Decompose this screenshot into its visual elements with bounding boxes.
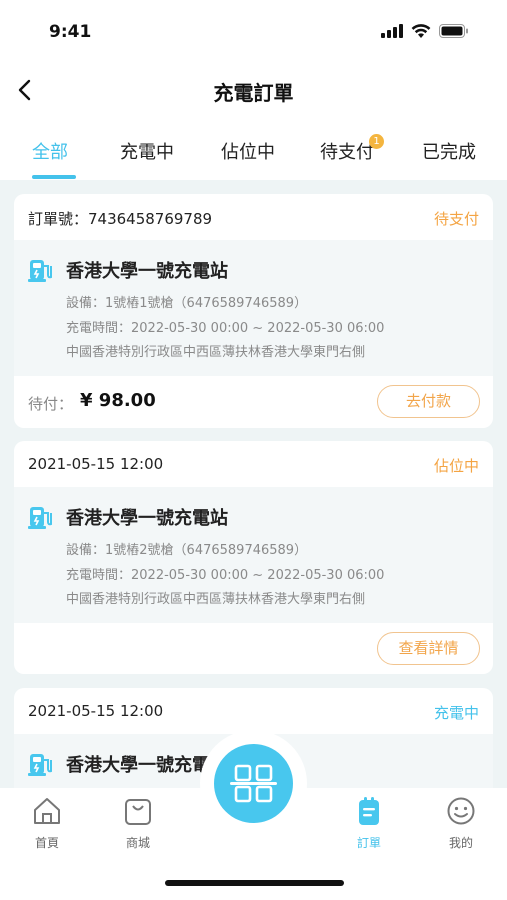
profile-icon bbox=[447, 797, 475, 825]
charging-station-icon bbox=[28, 260, 52, 282]
tabbar-label: 首頁 bbox=[34, 836, 59, 850]
tab-charging[interactable]: 充電中 bbox=[120, 138, 174, 164]
view-details-button[interactable]: 查看詳情 bbox=[377, 632, 480, 665]
tabbar-orders[interactable]: 訂單 bbox=[339, 796, 399, 851]
home-indicator bbox=[165, 880, 344, 886]
order-card[interactable]: 訂單號：7436458769789 待支付 香港大學一號充電站 設備：1號樁1號… bbox=[14, 194, 493, 428]
order-card[interactable]: 2021-05-15 12:00 佔位中 香港大學一號充電站 設備：1號樁2號槍… bbox=[14, 441, 493, 674]
tabbar-mall[interactable]: 商城 bbox=[108, 796, 168, 851]
tabbar-label: 商城 bbox=[125, 836, 150, 850]
charging-time: 充電時間：2022-05-30 00:00 ~ 2022-05-30 06:00 bbox=[66, 321, 385, 336]
tabbar-label: 我的 bbox=[448, 836, 473, 850]
amount-due-label: 待付： bbox=[28, 395, 74, 413]
battery-icon bbox=[439, 24, 468, 38]
order-status: 待支付 bbox=[433, 210, 479, 228]
amount-due: ¥ 98.00 bbox=[80, 390, 156, 411]
pay-now-button[interactable]: 去付款 bbox=[377, 385, 480, 418]
charging-station-icon bbox=[28, 507, 52, 529]
device-info: 設備：1號樁2號槍（6476589746589） bbox=[66, 543, 308, 558]
wifi-icon bbox=[411, 24, 431, 38]
order-number: 訂單號：7436458769789 bbox=[28, 210, 213, 228]
order-tabs: 全部 充電中 佔位中 待支付 已完成 bbox=[0, 132, 507, 180]
tabbar-label: 訂單 bbox=[356, 836, 381, 850]
order-icon bbox=[359, 797, 379, 825]
order-status: 充電中 bbox=[433, 704, 479, 722]
order-card-header: 2021-05-15 12:00 佔位中 bbox=[14, 441, 493, 487]
status-time: 9:41 bbox=[49, 22, 92, 42]
home-icon bbox=[34, 798, 60, 824]
pending-count-badge: 1 bbox=[369, 134, 384, 149]
tabbar-home[interactable]: 首頁 bbox=[17, 796, 77, 851]
page-title: 充電訂單 bbox=[213, 81, 294, 105]
order-card-footer: 查看詳情 bbox=[14, 623, 493, 674]
order-card-header: 訂單號：7436458769789 待支付 bbox=[14, 194, 493, 240]
device-info: 設備：1號樁1號槍（6476589746589） bbox=[66, 296, 308, 311]
tabbar-profile[interactable]: 我的 bbox=[431, 796, 491, 851]
nav-bar: 充電訂單 bbox=[0, 66, 507, 116]
order-card-header: 2021-05-15 12:00 充電中 bbox=[14, 688, 493, 734]
charging-station-icon bbox=[28, 754, 52, 776]
order-card-body: 香港大學一號充電站 設備：1號樁1號槍（6476589746589） 充電時間：… bbox=[14, 240, 493, 376]
status-bar: 9:41 bbox=[0, 0, 507, 66]
order-datetime: 2021-05-15 12:00 bbox=[28, 702, 164, 720]
shopping-bag-icon bbox=[125, 799, 151, 825]
station-address: 中國香港特別行政區中西區薄扶林香港大學東門右側 bbox=[66, 592, 366, 607]
order-card-footer: 待付： ¥ 98.00 去付款 bbox=[14, 376, 493, 428]
tab-pending-payment[interactable]: 待支付 bbox=[320, 138, 374, 164]
order-card-body: 香港大學一號充電站 設備：1號樁2號槍（6476589746589） 充電時間：… bbox=[14, 487, 493, 623]
station-address: 中國香港特別行政區中西區薄扶林香港大學東門右側 bbox=[66, 345, 366, 360]
status-icons bbox=[381, 24, 469, 38]
tab-all[interactable]: 全部 bbox=[32, 138, 68, 164]
scan-icon bbox=[230, 764, 277, 803]
signal-icon bbox=[381, 24, 403, 38]
charging-time: 充電時間：2022-05-30 00:00 ~ 2022-05-30 06:00 bbox=[66, 568, 385, 583]
station-name: 香港大學一號充電站 bbox=[66, 508, 228, 529]
order-status: 佔位中 bbox=[433, 457, 479, 475]
tab-occupying[interactable]: 佔位中 bbox=[221, 138, 275, 164]
tab-completed[interactable]: 已完成 bbox=[422, 138, 476, 164]
order-datetime: 2021-05-15 12:00 bbox=[28, 455, 164, 473]
active-tab-indicator bbox=[32, 175, 76, 179]
scan-button[interactable] bbox=[214, 744, 293, 823]
station-name: 香港大學一號充電站 bbox=[66, 261, 228, 282]
